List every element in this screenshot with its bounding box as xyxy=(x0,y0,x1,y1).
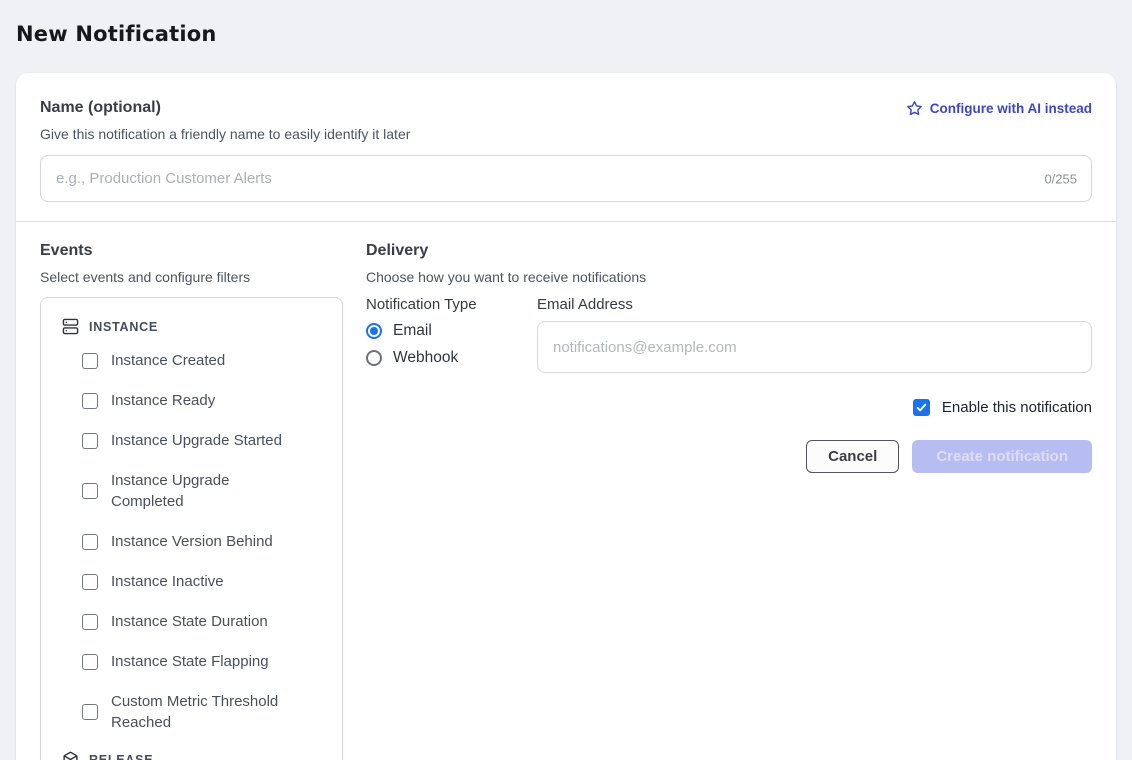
page-title: New Notification xyxy=(16,22,1116,46)
events-list-panel: INSTANCEInstance CreatedInstance ReadyIn… xyxy=(40,297,343,760)
server-icon xyxy=(62,318,79,335)
notification-type-label: Notification Type xyxy=(366,296,513,313)
event-group-label: INSTANCE xyxy=(89,320,158,334)
notification-type-option-email[interactable]: Email xyxy=(366,322,513,340)
delivery-description: Choose how you want to receive notificat… xyxy=(366,269,1092,285)
event-group-items: Instance Created Instance Ready Instance U… xyxy=(82,350,328,733)
event-checkbox[interactable] xyxy=(82,393,98,409)
email-address-label: Email Address xyxy=(537,296,1092,313)
event-checkbox[interactable] xyxy=(82,614,98,630)
enable-notification-checkbox[interactable] xyxy=(913,399,930,416)
event-group-header-release: RELEASE xyxy=(62,751,328,760)
configure-with-ai-label: Configure with AI instead xyxy=(930,101,1092,116)
star-icon xyxy=(906,100,923,117)
event-checkbox[interactable] xyxy=(82,574,98,590)
event-checkbox[interactable] xyxy=(82,483,98,499)
event-checkbox[interactable] xyxy=(82,433,98,449)
name-section-heading: Name (optional) xyxy=(40,99,161,117)
name-input[interactable] xyxy=(40,155,1092,202)
create-notification-button[interactable]: Create notification xyxy=(912,440,1092,473)
form-actions: Cancel Create notification xyxy=(366,440,1092,473)
event-checkbox-row[interactable]: Instance Upgrade Started xyxy=(82,430,328,451)
radio-button[interactable] xyxy=(366,323,382,339)
event-checkbox-row[interactable]: Instance Version Behind xyxy=(82,531,328,552)
event-checkbox[interactable] xyxy=(82,353,98,369)
notification-type-option-webhook[interactable]: Webhook xyxy=(366,349,513,367)
event-label: Instance Created xyxy=(111,350,225,371)
event-checkbox[interactable] xyxy=(82,704,98,720)
checkmark-icon xyxy=(915,401,928,414)
name-input-container: 0/255 xyxy=(40,155,1092,202)
event-label: Instance Inactive xyxy=(111,571,224,592)
email-input[interactable] xyxy=(537,321,1092,373)
radio-button[interactable] xyxy=(366,350,382,366)
events-description: Select events and configure filters xyxy=(40,269,343,285)
delivery-form: Notification Type Email Webhook Email Add… xyxy=(366,296,1092,376)
event-label: Instance Ready xyxy=(111,390,215,411)
event-label: Instance Upgrade Started xyxy=(111,430,282,451)
event-checkbox-row[interactable]: Instance Upgrade Completed xyxy=(82,470,328,512)
event-checkbox-row[interactable]: Instance State Duration xyxy=(82,611,328,632)
event-checkbox-row[interactable]: Custom Metric Threshold Reached xyxy=(82,691,328,733)
enable-notification-row: Enable this notification xyxy=(366,399,1092,416)
event-checkbox-row[interactable]: Instance Ready xyxy=(82,390,328,411)
event-label: Instance State Duration xyxy=(111,611,268,632)
cancel-button[interactable]: Cancel xyxy=(806,440,899,473)
event-checkbox-row[interactable]: Instance State Flapping xyxy=(82,651,328,672)
event-group-header-instance: INSTANCE xyxy=(62,318,328,335)
delivery-heading: Delivery xyxy=(366,242,1092,260)
form-columns: Events Select events and configure filte… xyxy=(16,222,1116,760)
radio-label: Webhook xyxy=(393,349,458,367)
radio-label: Email xyxy=(393,322,432,340)
delivery-section: Delivery Choose how you want to receive … xyxy=(366,242,1092,760)
event-label: Instance Upgrade Completed xyxy=(111,470,283,512)
event-checkbox-row[interactable]: Instance Created xyxy=(82,350,328,371)
notification-type-radio-group: Email Webhook xyxy=(366,322,513,367)
notification-form-card: Name (optional) Configure with AI instea… xyxy=(16,73,1116,760)
event-group-label: RELEASE xyxy=(89,753,153,760)
event-label: Instance State Flapping xyxy=(111,651,269,672)
events-section: Events Select events and configure filte… xyxy=(40,242,343,760)
name-section: Name (optional) Configure with AI instea… xyxy=(16,73,1116,221)
name-section-description: Give this notification a friendly name t… xyxy=(40,126,1092,142)
char-counter: 0/255 xyxy=(1044,171,1077,186)
event-checkbox-row[interactable]: Instance Inactive xyxy=(82,571,328,592)
events-heading: Events xyxy=(40,242,343,260)
configure-with-ai-link[interactable]: Configure with AI instead xyxy=(906,100,1092,117)
event-checkbox[interactable] xyxy=(82,534,98,550)
package-icon xyxy=(62,751,79,760)
event-checkbox[interactable] xyxy=(82,654,98,670)
event-label: Instance Version Behind xyxy=(111,531,273,552)
event-label: Custom Metric Threshold Reached xyxy=(111,691,283,733)
enable-notification-label: Enable this notification xyxy=(942,399,1092,416)
